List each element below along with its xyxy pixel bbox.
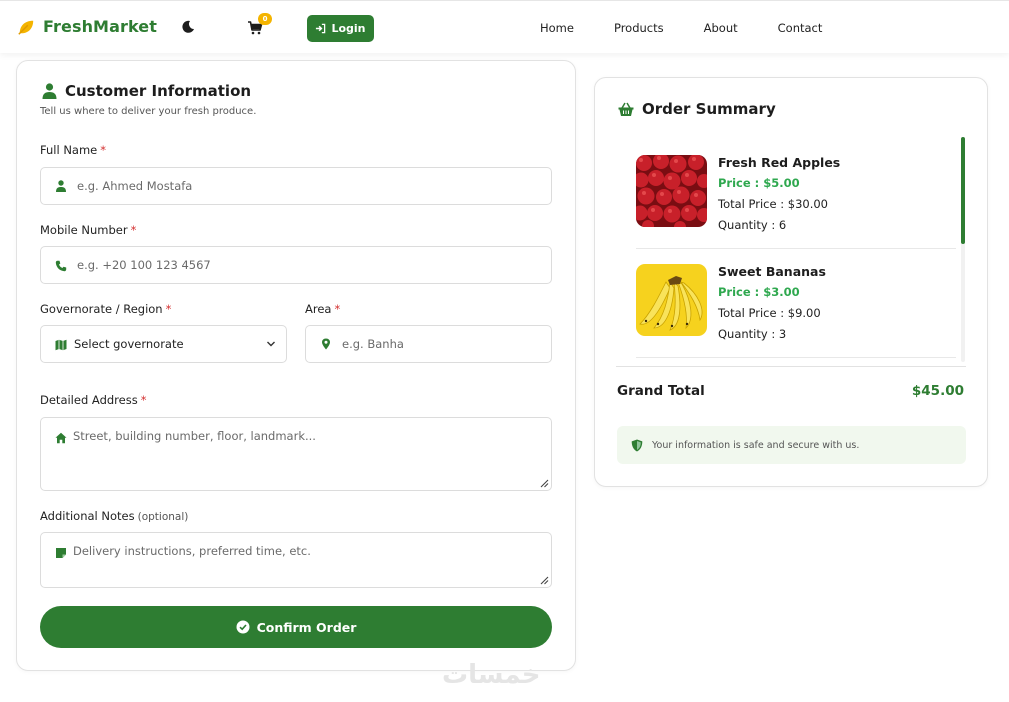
mobile-label: Mobile Number * (40, 223, 136, 237)
grand-total-divider (616, 366, 966, 367)
item-total-price: Total Price : $30.00 (718, 197, 828, 211)
resize-handle-icon[interactable] (539, 575, 549, 585)
address-label-text: Detailed Address (40, 393, 138, 407)
item-total-price: Total Price : $9.00 (718, 306, 821, 320)
customer-info-heading: Customer Information (65, 82, 252, 100)
notes-label-text: Additional Notes (40, 509, 135, 523)
user-icon (42, 83, 57, 99)
address-label: Detailed Address * (40, 393, 146, 407)
item-price: Price : $5.00 (718, 176, 800, 190)
nav-link-home[interactable]: Home (540, 21, 574, 35)
check-circle-icon (236, 620, 250, 634)
order-summary-heading: Order Summary (642, 100, 776, 118)
nav-link-contact[interactable]: Contact (778, 21, 823, 35)
nav-link-about[interactable]: About (704, 21, 738, 35)
bananas-image (636, 264, 707, 336)
brand[interactable]: FreshMarket (17, 17, 157, 36)
grand-total-value: $45.00 (911, 383, 964, 399)
order-summary-title: Order Summary (618, 100, 776, 118)
secure-notice-text: Your information is safe and secure with… (652, 439, 860, 451)
cart-count-badge: 0 (258, 13, 272, 25)
address-textarea[interactable]: Street, building number, floor, landmark… (40, 417, 552, 491)
resize-handle-icon[interactable] (539, 478, 549, 488)
map-icon (55, 339, 67, 351)
item-name: Sweet Bananas (718, 264, 826, 279)
location-pin-icon (322, 338, 330, 350)
required-mark: * (100, 143, 106, 157)
item-divider (636, 248, 956, 249)
item-name: Fresh Red Apples (718, 155, 841, 170)
governorate-label-text: Governorate / Region (40, 302, 163, 316)
grand-total-label: Grand Total (617, 383, 705, 399)
sign-in-icon (316, 23, 326, 34)
navbar: FreshMarket 0 Login Home Products About … (0, 0, 1009, 53)
summary-scrollbar-thumb[interactable] (961, 137, 965, 244)
leaf-icon (18, 20, 34, 35)
governorate-label: Governorate / Region * (40, 302, 171, 316)
apples-image (636, 155, 707, 227)
required-mark: * (140, 393, 147, 407)
watermark-logo: خمسات (442, 660, 541, 690)
full-name-label-text: Full Name (40, 143, 98, 157)
login-label: Login (331, 22, 366, 35)
notes-placeholder: Delivery instructions, preferred time, e… (73, 544, 311, 558)
area-label-text: Area (305, 302, 332, 316)
mobile-label-text: Mobile Number (40, 223, 128, 237)
required-mark: * (130, 223, 137, 237)
basket-icon (618, 102, 634, 116)
item-quantity: Quantity : 3 (718, 327, 787, 341)
user-icon (56, 180, 66, 192)
full-name-label: Full Name * (40, 143, 106, 157)
confirm-order-label: Confirm Order (256, 619, 357, 635)
area-placeholder: e.g. Banha (342, 337, 404, 351)
customer-info-title: Customer Information (42, 82, 251, 100)
area-input[interactable]: e.g. Banha (305, 325, 552, 363)
address-placeholder: Street, building number, floor, landmark… (73, 429, 316, 443)
moon-icon[interactable] (181, 20, 195, 34)
governorate-value: Select governorate (74, 337, 184, 351)
required-mark: * (165, 302, 172, 316)
item-divider (636, 357, 956, 358)
customer-info-subtitle: Tell us where to deliver your fresh prod… (40, 106, 257, 117)
mobile-placeholder: e.g. +20 100 123 4567 (77, 258, 211, 272)
item-price: Price : $3.00 (718, 285, 800, 299)
governorate-select[interactable]: Select governorate (40, 325, 287, 363)
order-item: Fresh Red Apples Price : $5.00 Total Pri… (636, 155, 958, 250)
notes-textarea[interactable]: Delivery instructions, preferred time, e… (40, 532, 552, 588)
mobile-input[interactable]: e.g. +20 100 123 4567 (40, 246, 552, 284)
full-name-input[interactable]: e.g. Ahmed Mostafa (40, 167, 552, 205)
confirm-order-button[interactable]: Confirm Order (40, 606, 552, 648)
secure-notice: Your information is safe and secure with… (617, 426, 966, 464)
brand-name: FreshMarket (43, 17, 157, 36)
shield-icon (631, 439, 643, 451)
chevron-down-icon (267, 341, 275, 347)
notes-label: Additional Notes (optional) (40, 509, 188, 523)
home-icon (55, 432, 67, 444)
area-label: Area * (305, 302, 340, 316)
notes-optional: (optional) (137, 511, 189, 523)
sticky-note-icon (56, 548, 66, 558)
item-quantity: Quantity : 6 (718, 218, 787, 232)
nav-link-products[interactable]: Products (614, 21, 664, 35)
required-mark: * (334, 302, 341, 316)
full-name-placeholder: e.g. Ahmed Mostafa (77, 179, 193, 193)
phone-icon (55, 260, 67, 272)
nav-links: Home Products About Contact (540, 21, 862, 35)
login-button[interactable]: Login (307, 15, 374, 42)
order-item: Sweet Bananas Price : $3.00 Total Price … (636, 264, 958, 359)
